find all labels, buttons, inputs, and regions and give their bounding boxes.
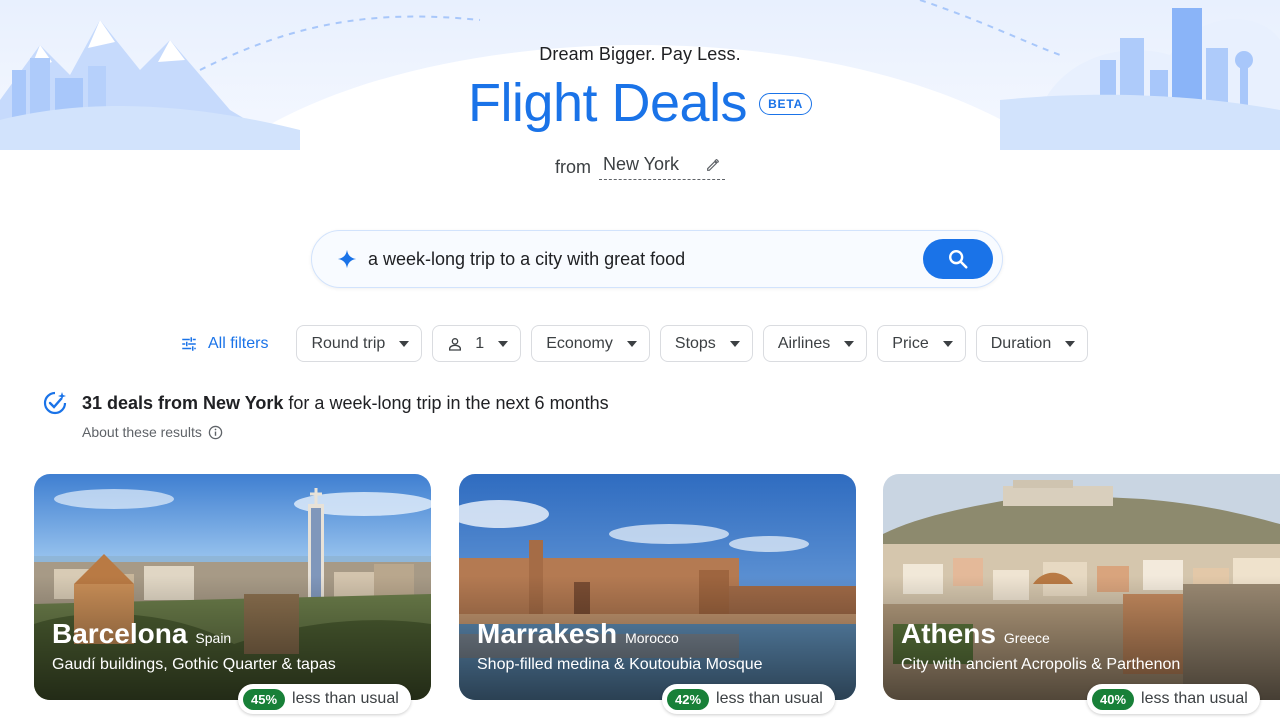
deal-discount-badge: 45% less than usual [238,684,411,714]
card-title: Barcelona Spain [52,618,231,650]
search-input[interactable]: a week-long trip to a city with great fo… [368,249,923,270]
caret-down-icon [626,340,637,347]
all-filters-button[interactable]: All filters [180,335,268,353]
duration-dropdown[interactable]: Duration [975,325,1089,362]
deal-card-athens[interactable]: Athens Greece City with ancient Acropoli… [883,474,1280,700]
title-row: Flight Deals BETA [0,70,1280,136]
search-button[interactable] [923,239,993,279]
deal-card-marrakesh[interactable]: Marrakesh Morocco Shop-filled medina & K… [459,474,856,700]
page-title: Flight Deals [467,73,748,133]
about-results-label: About these results [82,424,202,440]
caret-down-icon [729,340,740,347]
discount-label: less than usual [292,690,399,707]
beta-badge: BETA [759,93,813,115]
person-icon [449,337,462,351]
discount-label: less than usual [1141,690,1248,707]
deal-description: Shop-filled medina & Koutoubia Mosque [477,656,763,673]
sparkle-icon [337,249,357,269]
caret-down-icon [942,340,953,347]
discount-percent: 42% [667,688,710,710]
deal-discount-badge: 42% less than usual [662,684,835,714]
filter-bar: All filters Round trip 1 Economy Stops A… [180,325,1098,362]
cabin-class-dropdown[interactable]: Economy [531,325,650,362]
caret-down-icon [399,340,410,347]
results-count: 31 deals from New York [82,392,284,413]
deal-city: Marrakesh [477,618,618,649]
verified-check-icon [43,391,67,415]
info-icon [208,425,223,439]
deal-country: Spain [195,630,232,646]
search-icon [949,250,968,269]
edit-pencil-icon [707,158,719,171]
about-results-link[interactable]: About these results [82,424,609,440]
price-label: Price [892,334,929,352]
results-description: for a week-long trip in the next 6 month… [288,392,609,413]
deal-description: City with ancient Acropolis & Parthenon [901,656,1181,673]
airlines-label: Airlines [777,334,831,352]
trip-type-value: Round trip [311,334,386,352]
results-line: 31 deals from New York for a week-long t… [42,390,609,416]
passengers-dropdown[interactable]: 1 [432,325,522,362]
origin-city: New York [602,154,680,174]
caret-down-icon [844,340,855,347]
search-bar[interactable]: a week-long trip to a city with great fo… [311,230,1003,288]
tune-icon [182,336,196,351]
tagline: Dream Bigger. Pay Less. [539,44,741,64]
from-label: from [554,156,591,177]
passengers-value: 1 [475,334,485,352]
discount-percent: 40% [1092,688,1135,710]
deal-description: Gaudí buildings, Gothic Quarter & tapas [52,656,336,673]
cabin-class-value: Economy [546,334,613,352]
all-filters-label: All filters [208,334,269,352]
deal-discount-badge: 40% less than usual [1087,684,1260,714]
origin-city-selector[interactable]: New York [598,154,726,180]
origin-row: from New York [0,154,1280,180]
deal-city: Athens [901,618,996,649]
discount-label: less than usual [716,690,823,707]
caret-down-icon [498,340,509,347]
airlines-dropdown[interactable]: Airlines [762,325,868,362]
discount-percent: 45% [243,688,286,710]
deal-country: Morocco [625,630,679,646]
stops-label: Stops [674,334,716,352]
deal-city: Barcelona [52,618,188,649]
stops-dropdown[interactable]: Stops [659,325,753,362]
trip-type-dropdown[interactable]: Round trip [296,325,423,362]
deal-country: Greece [1003,630,1050,646]
card-title: Athens Greece [901,618,1050,650]
card-title: Marrakesh Morocco [477,618,679,650]
duration-label: Duration [990,334,1052,352]
caret-down-icon [1065,340,1076,347]
deal-card-barcelona[interactable]: Barcelona Spain Gaudí buildings, Gothic … [34,474,431,700]
price-dropdown[interactable]: Price [877,325,966,362]
results-summary: 31 deals from New York for a week-long t… [42,390,609,440]
